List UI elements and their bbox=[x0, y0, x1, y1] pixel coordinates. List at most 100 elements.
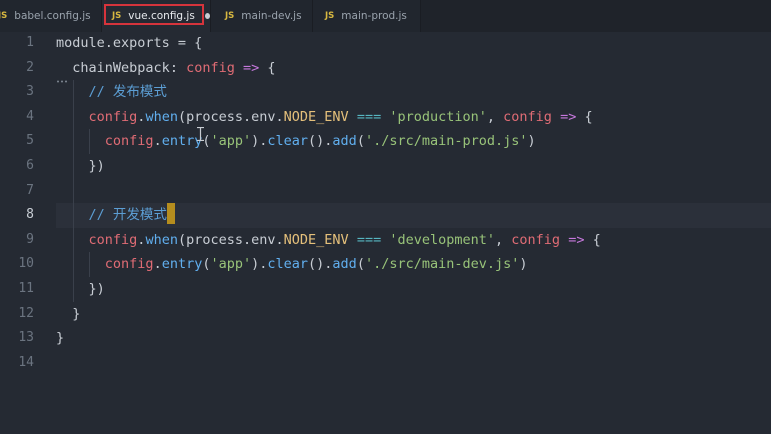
code-token: ( bbox=[177, 108, 187, 125]
code-token: }) bbox=[88, 281, 105, 297]
code-line: 1 module.exports = { bbox=[0, 31, 771, 56]
code-token: { bbox=[267, 59, 276, 76]
tab-vue-config[interactable]: JS vue.config.js bbox=[102, 0, 211, 32]
tab-label: main-dev.js bbox=[241, 10, 302, 22]
code-area[interactable]: 1 module.exports = { 2 chainWebpack: con… bbox=[0, 31, 771, 434]
code-line-current: 8 // 开发模式 bbox=[0, 203, 771, 228]
code-line: 14 bbox=[0, 351, 771, 376]
code-token: config bbox=[88, 231, 138, 248]
code-token: { bbox=[584, 108, 593, 125]
code-token: module bbox=[56, 35, 105, 51]
code-token: => bbox=[560, 108, 577, 125]
code-comment: // 发布模式 bbox=[88, 84, 167, 101]
code-text: config.when(process.env.NODE_ENV === 'pr… bbox=[56, 105, 593, 130]
code-comment: // 开发模式 bbox=[88, 207, 167, 224]
code-token: add bbox=[332, 256, 357, 273]
code-token: config bbox=[104, 256, 154, 273]
code-token: (). bbox=[308, 133, 333, 150]
code-token: clear bbox=[267, 133, 309, 150]
js-file-icon: JS bbox=[112, 11, 122, 21]
code-line: 6 }) bbox=[0, 154, 771, 179]
code-token: entry bbox=[161, 256, 203, 273]
code-text: module.exports = { bbox=[56, 31, 202, 56]
tab-label: main-prod.js bbox=[341, 10, 407, 22]
code-string: './src/main-dev.js' bbox=[364, 256, 520, 273]
code-token: config bbox=[88, 108, 138, 125]
mouse-ibeam-cursor-icon bbox=[197, 127, 204, 141]
code-token: } bbox=[72, 305, 81, 322]
tab-main-dev[interactable]: JS main-dev.js bbox=[211, 0, 313, 32]
code-token: ) bbox=[527, 133, 536, 150]
code-token: NODE_ENV bbox=[283, 108, 349, 125]
code-string: './src/main-prod.js' bbox=[364, 133, 528, 150]
code-line: 10 config.entry('app').clear().add('./sr… bbox=[0, 252, 771, 277]
code-token: process.env. bbox=[186, 231, 284, 248]
code-string: 'production' bbox=[389, 108, 487, 125]
code-token: , bbox=[486, 108, 496, 125]
code-token: config bbox=[503, 108, 552, 125]
code-token: . bbox=[153, 256, 162, 273]
code-string: 'development' bbox=[389, 231, 496, 248]
line-number: 5 bbox=[26, 133, 34, 149]
line-number: 7 bbox=[26, 182, 34, 198]
code-token: => bbox=[568, 231, 585, 248]
line-number: 14 bbox=[18, 354, 34, 370]
tab-label: vue.config.js bbox=[128, 10, 195, 22]
code-line: 3 // 发布模式 bbox=[0, 80, 771, 105]
code-token: .exports = { bbox=[104, 35, 203, 51]
code-token: { bbox=[592, 231, 601, 248]
js-file-icon: JS bbox=[325, 11, 335, 21]
code-line: 4 config.when(process.env.NODE_ENV === '… bbox=[0, 104, 771, 130]
line-number: 6 bbox=[26, 158, 34, 173]
unsaved-dot-icon[interactable] bbox=[204, 13, 210, 19]
code-text: }) bbox=[56, 154, 105, 179]
code-suggestion-dots-icon bbox=[57, 80, 67, 83]
editor-tab-bar: JS babel.config.js JS vue.config.js JS m… bbox=[0, 0, 771, 32]
code-text: config.entry('app').clear().add('./src/m… bbox=[56, 129, 536, 154]
tab-main-prod[interactable]: JS main-prod.js bbox=[313, 0, 421, 32]
code-text: }) bbox=[56, 277, 105, 302]
code-line: 2 chainWebpack: config => { bbox=[0, 56, 771, 81]
code-string: 'app' bbox=[210, 133, 252, 150]
code-text: chainWebpack: config => { bbox=[56, 56, 276, 81]
line-number: 12 bbox=[18, 305, 34, 321]
code-token: (). bbox=[308, 256, 333, 273]
tab-babel-config[interactable]: JS babel.config.js bbox=[0, 0, 102, 32]
code-token: === bbox=[356, 231, 382, 248]
code-string: 'app' bbox=[210, 256, 252, 273]
line-number: 4 bbox=[26, 108, 34, 124]
code-line: 5 config.entry('app').clear().add('./src… bbox=[0, 129, 771, 154]
code-token: . bbox=[153, 133, 162, 150]
code-token: : bbox=[169, 59, 178, 76]
code-text: config.entry('app').clear().add('./src/m… bbox=[56, 252, 528, 277]
code-text: // 开发模式 bbox=[56, 203, 175, 228]
line-number: 9 bbox=[26, 231, 34, 247]
line-number: 1 bbox=[26, 35, 34, 50]
code-token: config bbox=[186, 59, 235, 76]
line-number: 3 bbox=[26, 84, 34, 100]
tab-label: babel.config.js bbox=[14, 10, 91, 22]
code-line: 11 }) bbox=[0, 277, 771, 302]
code-token: NODE_ENV bbox=[283, 231, 349, 248]
code-token: when bbox=[145, 231, 178, 248]
code-line: 12 } bbox=[0, 302, 771, 327]
code-text: } bbox=[56, 302, 80, 327]
line-number: 10 bbox=[18, 256, 34, 272]
code-token: add bbox=[332, 133, 357, 150]
code-token: ( bbox=[177, 231, 187, 248]
code-token: }) bbox=[88, 158, 105, 174]
line-number: 13 bbox=[18, 330, 34, 346]
text-cursor bbox=[166, 203, 175, 225]
code-token: ). bbox=[251, 256, 268, 273]
code-editor: JS babel.config.js JS vue.config.js JS m… bbox=[0, 0, 771, 434]
code-text: // 发布模式 bbox=[56, 80, 167, 105]
code-token: when bbox=[145, 108, 178, 125]
line-number: 2 bbox=[26, 59, 34, 75]
code-token: ( bbox=[356, 133, 365, 150]
js-file-icon: JS bbox=[0, 11, 8, 21]
code-token: === bbox=[356, 108, 382, 125]
code-token: ) bbox=[519, 256, 528, 273]
code-token: process.env. bbox=[186, 108, 284, 125]
js-file-icon: JS bbox=[225, 11, 235, 21]
code-token: => bbox=[243, 59, 260, 76]
